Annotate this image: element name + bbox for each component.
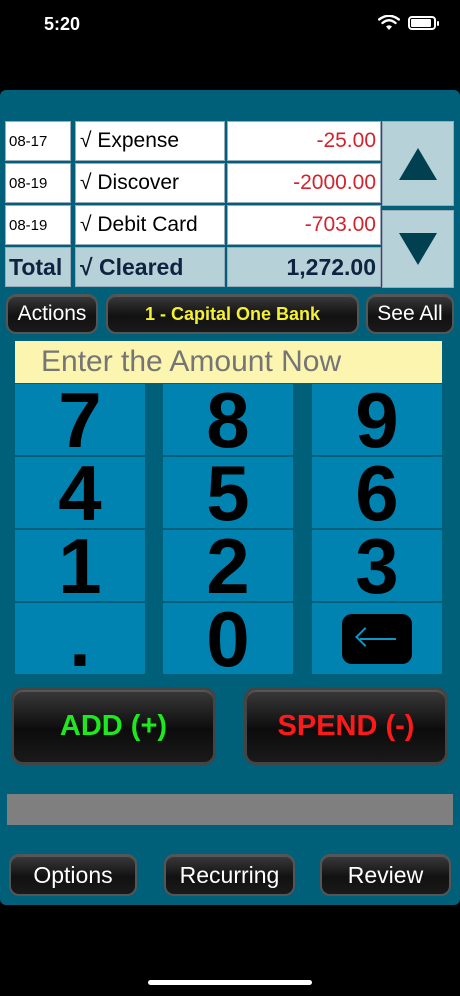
table-row[interactable]: 08-17 √ Expense -25.00 <box>5 121 381 161</box>
key-2[interactable]: 2 <box>163 527 293 605</box>
home-indicator[interactable] <box>148 980 312 985</box>
up-arrow-icon <box>399 147 437 180</box>
table-row[interactable]: 08-19 √ Discover -2000.00 <box>5 163 381 203</box>
actions-button[interactable]: Actions <box>6 294 98 334</box>
row-description: √ Debit Card <box>75 205 225 245</box>
message-bar <box>7 794 453 825</box>
key-0[interactable]: 0 <box>163 600 293 678</box>
row-date: 08-19 <box>5 205 71 245</box>
key-5[interactable]: 5 <box>163 454 293 532</box>
status-bar: 5:20 <box>0 0 460 50</box>
options-button[interactable]: Options <box>9 854 137 896</box>
row-description: √ Expense <box>75 121 225 161</box>
register-table: 08-17 √ Expense -25.00 08-19 √ Discover … <box>5 121 381 288</box>
key-backspace-cell <box>312 603 442 675</box>
table-row[interactable]: 08-19 √ Debit Card -703.00 <box>5 205 381 245</box>
key-9[interactable]: 9 <box>312 381 442 459</box>
total-row: Total √ Cleared 1,272.00 <box>5 247 381 287</box>
row-date: 08-17 <box>5 121 71 161</box>
key-8[interactable]: 8 <box>163 381 293 459</box>
see-all-button[interactable]: See All <box>366 294 454 334</box>
battery-icon <box>408 16 439 30</box>
row-date: 08-19 <box>5 163 71 203</box>
app-panel: 08-17 √ Expense -25.00 08-19 √ Discover … <box>0 90 460 905</box>
row-amount: -25.00 <box>227 121 381 161</box>
review-button[interactable]: Review <box>320 854 451 896</box>
key-decimal[interactable]: . <box>15 600 145 678</box>
wifi-icon <box>378 15 400 30</box>
total-label: Total <box>5 247 71 287</box>
key-3[interactable]: 3 <box>312 527 442 605</box>
scroll-up-button[interactable] <box>382 121 454 206</box>
down-arrow-icon <box>399 233 437 265</box>
row-amount: -2000.00 <box>227 163 381 203</box>
total-description: √ Cleared <box>75 247 225 287</box>
row-amount: -703.00 <box>227 205 381 245</box>
account-selector-button[interactable]: 1 - Capital One Bank <box>106 294 359 334</box>
spend-button[interactable]: SPEND (-) <box>244 687 448 765</box>
keypad: 7 8 9 4 5 6 1 2 3 . 0 <box>15 381 442 678</box>
add-button[interactable]: ADD (+) <box>11 687 216 765</box>
key-1[interactable]: 1 <box>15 527 145 605</box>
key-7[interactable]: 7 <box>15 381 145 459</box>
backspace-button[interactable] <box>342 613 412 664</box>
total-amount: 1,272.00 <box>227 247 381 287</box>
status-time: 5:20 <box>44 14 81 34</box>
recurring-button[interactable]: Recurring <box>164 854 295 896</box>
scroll-down-button[interactable] <box>382 210 454 288</box>
key-6[interactable]: 6 <box>312 454 442 532</box>
left-arrow-head <box>355 626 375 647</box>
row-description: √ Discover <box>75 163 225 203</box>
key-4[interactable]: 4 <box>15 454 145 532</box>
